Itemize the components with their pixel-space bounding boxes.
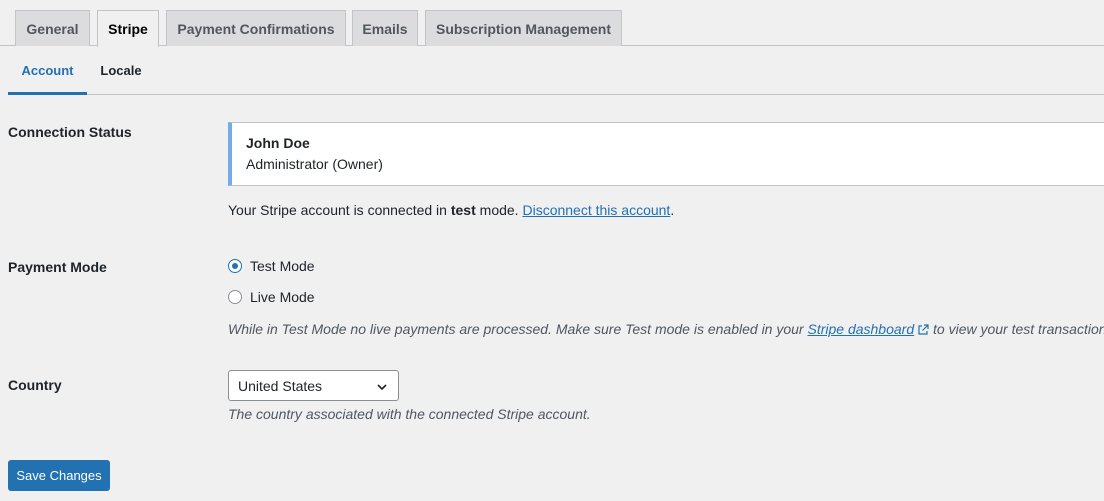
status-suffix: mode.: [475, 202, 523, 218]
desc-prefix: While in Test Mode no live payments are …: [228, 321, 808, 337]
tab-subscription-management[interactable]: Subscription Management: [425, 10, 622, 46]
account-role: Administrator (Owner): [246, 156, 383, 172]
test-mode-label: Test Mode: [250, 258, 315, 274]
country-selected-value: United States: [238, 377, 323, 394]
account-card: John Doe Administrator (Owner): [228, 122, 1104, 186]
tab-label: Subscription Management: [435, 20, 612, 37]
connection-status-label: Connection Status: [8, 124, 132, 140]
payment-mode-description: While in Test Mode no live payments are …: [228, 321, 1104, 339]
country-description: The country associated with the connecte…: [228, 406, 591, 422]
live-mode-radio[interactable]: [228, 290, 242, 304]
test-mode-option[interactable]: Test Mode: [228, 258, 315, 274]
disconnect-account-link[interactable]: Disconnect this account: [522, 202, 670, 218]
stripe-subtabs: Account Locale: [8, 46, 1104, 95]
tab-stripe[interactable]: Stripe: [97, 10, 159, 47]
live-mode-label: Live Mode: [250, 289, 315, 305]
country-label: Country: [8, 377, 62, 393]
external-link-icon: [917, 323, 929, 339]
account-name: John Doe: [246, 135, 310, 151]
status-prefix: Your Stripe account is connected in: [228, 202, 451, 218]
desc-suffix: to view your test transactions.: [929, 321, 1104, 337]
tab-payment-confirmations[interactable]: Payment Confirmations: [166, 10, 346, 46]
subtab-locale[interactable]: Locale: [95, 46, 147, 95]
tab-general[interactable]: General: [15, 10, 90, 46]
tab-label: Stripe: [108, 21, 148, 37]
live-mode-option[interactable]: Live Mode: [228, 289, 315, 305]
status-end: .: [670, 202, 675, 218]
settings-tabs: General Stripe Payment Confirmations Ema…: [0, 0, 1104, 47]
tab-label: Emails: [362, 20, 408, 37]
save-changes-button[interactable]: Save Changes: [8, 460, 110, 491]
chevron-down-icon: [376, 380, 388, 396]
stripe-dashboard-link[interactable]: Stripe dashboard: [807, 321, 914, 337]
test-mode-radio[interactable]: [228, 259, 242, 273]
subtab-account[interactable]: Account: [8, 46, 87, 95]
subtab-label: Account: [21, 62, 74, 78]
connection-status-text: Your Stripe account is connected in test…: [228, 202, 674, 218]
tab-label: General: [26, 20, 79, 37]
subtab-label: Locale: [100, 63, 142, 78]
status-mode: test: [450, 202, 476, 218]
payment-mode-label: Payment Mode: [8, 259, 107, 275]
country-select[interactable]: United States: [228, 370, 399, 401]
tab-label: Payment Confirmations: [177, 20, 335, 37]
tab-emails[interactable]: Emails: [352, 10, 418, 46]
